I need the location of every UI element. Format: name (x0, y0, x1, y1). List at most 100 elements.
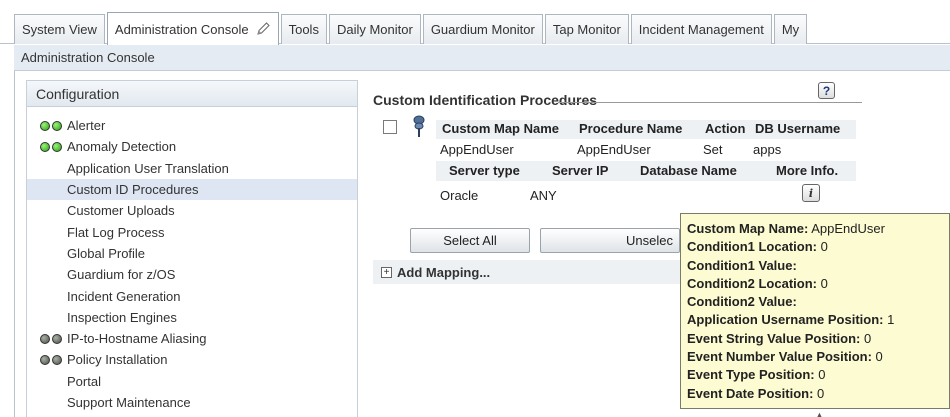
status-dot-icon (52, 354, 62, 365)
tab-tap-monitor[interactable]: Tap Monitor (544, 14, 629, 44)
config-item-label: Application User Translation (67, 160, 229, 176)
tooltip-key: Event Date Position: (687, 385, 814, 401)
config-item-anomaly-detection[interactable]: Anomaly Detection (27, 136, 357, 157)
tab-label: Guardium Monitor (430, 22, 535, 37)
status-dot-icon (40, 333, 50, 344)
config-item-label: Policy Installation (67, 352, 168, 368)
tab-label: Daily Monitor (336, 22, 413, 37)
tooltip-line: Condition1 Location: 0 (687, 238, 949, 256)
tooltip-value: 0 (860, 330, 872, 346)
unselect-all-button[interactable]: Unselec (540, 228, 680, 253)
tab-daily-monitor[interactable]: Daily Monitor (328, 14, 421, 44)
config-item-application-user-translation[interactable]: Application User Translation (27, 158, 357, 179)
config-item-portal[interactable]: Portal (27, 371, 357, 392)
status-indicator-icon (40, 141, 67, 152)
config-item-incident-generation[interactable]: Incident Generation (27, 285, 357, 306)
status-indicator-icon (40, 333, 67, 344)
config-item-global-profile[interactable]: Global Profile (27, 243, 357, 264)
cell-action: Set (703, 142, 723, 157)
tab-administration-console[interactable]: Administration Console (106, 12, 279, 45)
tab-guardium-monitor[interactable]: Guardium Monitor (422, 14, 543, 44)
config-item-customer-uploads[interactable]: Customer Uploads (27, 200, 357, 221)
cell-server-type: Oracle (440, 188, 479, 203)
status-dot-icon (40, 354, 50, 365)
config-item-alerter[interactable]: Alerter (27, 115, 357, 136)
add-mapping-section[interactable]: + Add Mapping... (373, 260, 693, 284)
tooltip-key: Event Type Position: (687, 367, 815, 383)
config-item-label: Flat Log Process (67, 224, 165, 240)
title-rule (558, 102, 862, 103)
config-item-custom-id-procedures[interactable]: Custom ID Procedures (27, 178, 357, 201)
pencil-icon[interactable] (255, 21, 271, 37)
page-title: Custom Identification Procedures (373, 92, 598, 108)
tooltip-line: Event String Value Position: 0 (687, 330, 949, 348)
tooltip-line: Event Type Position: 0 (687, 366, 949, 384)
expand-plus-icon[interactable]: + (381, 266, 392, 278)
button-label: Select All (443, 233, 497, 248)
add-mapping-label: Add Mapping... (397, 264, 491, 280)
tooltip-line: Condition2 Value: (687, 293, 949, 311)
status-dot-icon (40, 141, 50, 152)
help-icon[interactable]: ? (818, 82, 835, 99)
tooltip-value: 0 (871, 349, 883, 365)
config-item-inspection-engines[interactable]: Inspection Engines (27, 307, 357, 328)
tooltip-pointer: ▲ (815, 410, 824, 417)
frame-divider (14, 71, 15, 417)
config-item-label: IP-to-Hostname Aliasing (67, 331, 207, 347)
status-dot-icon (52, 333, 62, 344)
tooltip-key: Condition2 Location: (687, 275, 817, 291)
tab-label: Administration Console (114, 21, 249, 37)
config-item-label: Incident Generation (67, 288, 181, 304)
tooltip-key: Condition1 Value: (687, 257, 797, 273)
cell-procedure-name: AppEndUser (577, 142, 651, 157)
tab-system-view[interactable]: System View (14, 14, 105, 44)
status-dot-icon (52, 120, 62, 131)
row-select-checkbox[interactable] (383, 120, 397, 134)
select-all-button[interactable]: Select All (410, 228, 530, 253)
button-label: Unselec (626, 233, 673, 248)
tab-bar: System View Administration Console Tools… (0, 0, 950, 45)
tab-label: Incident Management (638, 22, 764, 37)
config-item-label: Portal (67, 373, 101, 389)
config-item-label: Anomaly Detection (67, 139, 177, 155)
tab-label: Tap Monitor (552, 22, 621, 37)
column-header-more-info: More Info. (776, 163, 839, 178)
config-item-ip-to-hostname-aliasing[interactable]: IP-to-Hostname Aliasing (27, 328, 357, 349)
tooltip-value: 0 (814, 367, 826, 383)
config-item-label: Customer Uploads (67, 203, 175, 219)
tab-incident-management[interactable]: Incident Management (630, 14, 772, 44)
tooltip-value: 0 (813, 385, 825, 401)
config-item-label: Custom ID Procedures (67, 182, 199, 198)
info-icon[interactable]: i (802, 184, 820, 202)
tooltip-key: Condition1 Location: (687, 239, 817, 255)
config-item-support-maintenance[interactable]: Support Maintenance (27, 392, 357, 413)
subheader-title: Administration Console (21, 50, 155, 65)
configuration-list: Alerter Anomaly Detection Application User… (27, 107, 357, 413)
tooltip-line: Condition1 Value: (687, 257, 949, 275)
config-item-label: Global Profile (67, 245, 146, 261)
config-item-label: Inspection Engines (67, 309, 177, 325)
tab-label: System View (22, 22, 97, 37)
column-header-database-name: Database Name (640, 163, 737, 178)
tab-label: My (781, 22, 800, 37)
configuration-title: Configuration (36, 85, 120, 102)
tooltip-line: Event Number Value Position: 0 (687, 348, 949, 366)
pushpin-icon[interactable] (412, 115, 426, 139)
tab-my[interactable]: My (773, 14, 808, 44)
page-subheader: Administration Console (14, 45, 950, 71)
column-header-custom-map-name: Custom Map Name (442, 121, 560, 136)
tooltip-line: Custom Map Name: AppEndUser (687, 220, 949, 238)
column-header-action: Action (705, 121, 746, 136)
more-info-tooltip: Custom Map Name: AppEndUser Condition1 Lo… (680, 213, 950, 409)
tooltip-value: 1 (883, 312, 895, 328)
tabs: System View Administration Console Tools… (14, 11, 809, 45)
status-indicator-icon (40, 120, 67, 131)
cell-server-ip: ANY (530, 188, 557, 203)
tooltip-value: 0 (816, 239, 828, 255)
tab-tools[interactable]: Tools (280, 14, 327, 44)
config-item-guardium-for-z-os[interactable]: Guardium for z/OS (27, 264, 357, 285)
status-indicator-icon (40, 354, 67, 365)
config-item-policy-installation[interactable]: Policy Installation (27, 349, 357, 370)
cell-custom-map-name: AppEndUser (440, 142, 514, 157)
config-item-flat-log-process[interactable]: Flat Log Process (27, 221, 357, 242)
